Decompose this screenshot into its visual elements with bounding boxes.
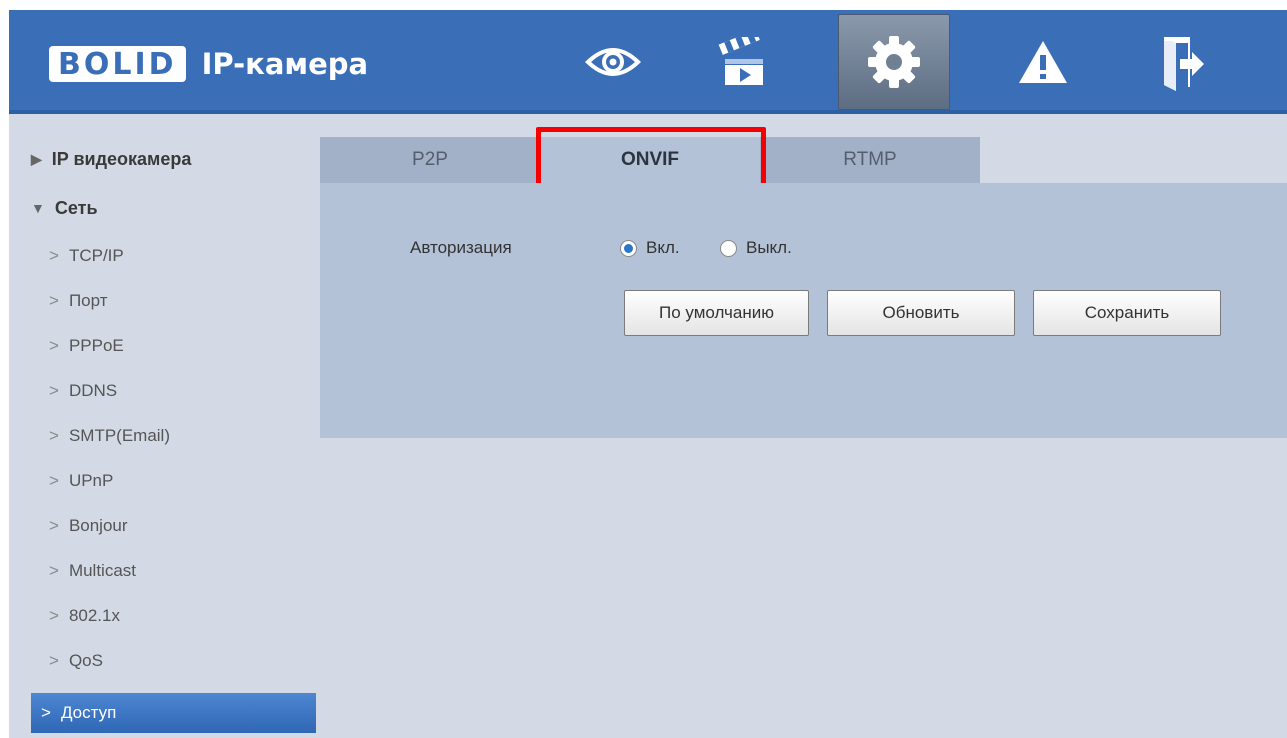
authorization-label: Авторизация [410,238,512,257]
sidebar-item-port[interactable]: > Порт [29,281,107,321]
exit-door-icon [1164,37,1204,91]
sidebar-item-label: 802.1x [68,606,120,625]
sidebar-item-label: QoS [68,651,103,670]
collapse-arrow-icon: ▼ [31,200,45,216]
expand-arrow-icon: ▶ [31,150,42,167]
refresh-button[interactable]: Обновить [827,290,1015,336]
logout-button[interactable] [1127,14,1239,110]
chevron-right-icon: > [49,291,59,310]
radio-auth-on[interactable]: Вкл. [620,238,680,258]
sidebar-group-label: Сеть [54,197,98,218]
sidebar-item-qos[interactable]: > QoS [29,641,103,681]
radio-unchecked-icon [720,239,737,257]
sidebar-item-label: PPPoE [68,336,124,355]
sidebar-item-8021x[interactable]: > 802.1x [29,596,120,636]
chevron-right-icon: > [49,426,59,445]
chevron-right-icon: > [49,336,59,355]
tab-onvif[interactable]: ONVIF [540,137,760,183]
sidebar-item-smtp[interactable]: > SMTP(Email) [29,416,170,456]
save-button[interactable]: Сохранить [1033,290,1221,336]
sidebar-item-multicast[interactable]: > Multicast [29,551,136,591]
sidebar-group-network[interactable]: ▼ Сеть [31,188,98,228]
app-title: IP-камера [201,47,369,81]
chevron-right-icon: > [49,381,59,400]
tab-p2p[interactable]: P2P [320,137,540,183]
chevron-right-icon: > [49,246,59,265]
sidebar-item-label: DDNS [68,381,118,400]
sidebar-item-label: SMTP(Email) [68,426,170,445]
chevron-right-icon: > [49,516,59,535]
app-window: BOLID IP-камера ▶ IP видеокамера ▼ Сеть … [9,10,1287,738]
eye-icon [585,48,641,76]
gear-icon [868,36,920,88]
tab-rtmp[interactable]: RTMP [760,137,980,183]
clapperboard-icon [718,37,763,85]
radio-on-label: Вкл. [646,238,680,257]
sidebar-item-label: UPnP [68,471,114,490]
live-view-button[interactable] [557,14,669,110]
chevron-right-icon: > [49,471,59,490]
onvif-settings-panel: Авторизация Вкл. Выкл. По умолчанию Обно… [320,183,1287,438]
brand-logo: BOLID [49,46,186,82]
sidebar-item-upnp[interactable]: > UPnP [29,461,113,501]
settings-button[interactable] [838,14,950,110]
radio-off-label: Выкл. [746,238,792,257]
tab-bar: P2P ONVIF RTMP [320,137,980,183]
sidebar: ▶ IP видеокамера ▼ Сеть > TCP/IP > Порт … [9,118,319,738]
chevron-right-icon: > [49,606,59,625]
sidebar-item-tcpip[interactable]: > TCP/IP [29,236,124,276]
default-button[interactable]: По умолчанию [624,290,809,336]
warning-icon [1019,41,1067,83]
sidebar-item-label: Bonjour [68,516,128,535]
alarm-button[interactable] [987,14,1099,110]
sidebar-group-label: IP видеокамера [51,148,192,169]
top-bar: BOLID IP-камера [9,10,1287,114]
chevron-right-icon: > [49,561,59,580]
sidebar-item-access[interactable]: > Доступ [31,693,316,733]
sidebar-item-pppoe[interactable]: > PPPoE [29,326,124,366]
chevron-right-icon: > [49,651,59,670]
sidebar-item-ddns[interactable]: > DDNS [29,371,117,411]
sidebar-item-label: Доступ [60,703,117,722]
sidebar-item-label: Порт [68,291,108,310]
sidebar-item-label: Multicast [68,561,137,580]
playback-button[interactable] [687,14,799,110]
logo: BOLID IP-камера [49,46,368,82]
sidebar-group-ip-camera[interactable]: ▶ IP видеокамера [31,139,191,179]
chevron-right-icon: > [41,703,51,722]
radio-checked-icon [620,239,637,257]
sidebar-item-bonjour[interactable]: > Bonjour [29,506,128,546]
sidebar-item-label: TCP/IP [68,246,124,265]
radio-auth-off[interactable]: Выкл. [720,238,792,258]
